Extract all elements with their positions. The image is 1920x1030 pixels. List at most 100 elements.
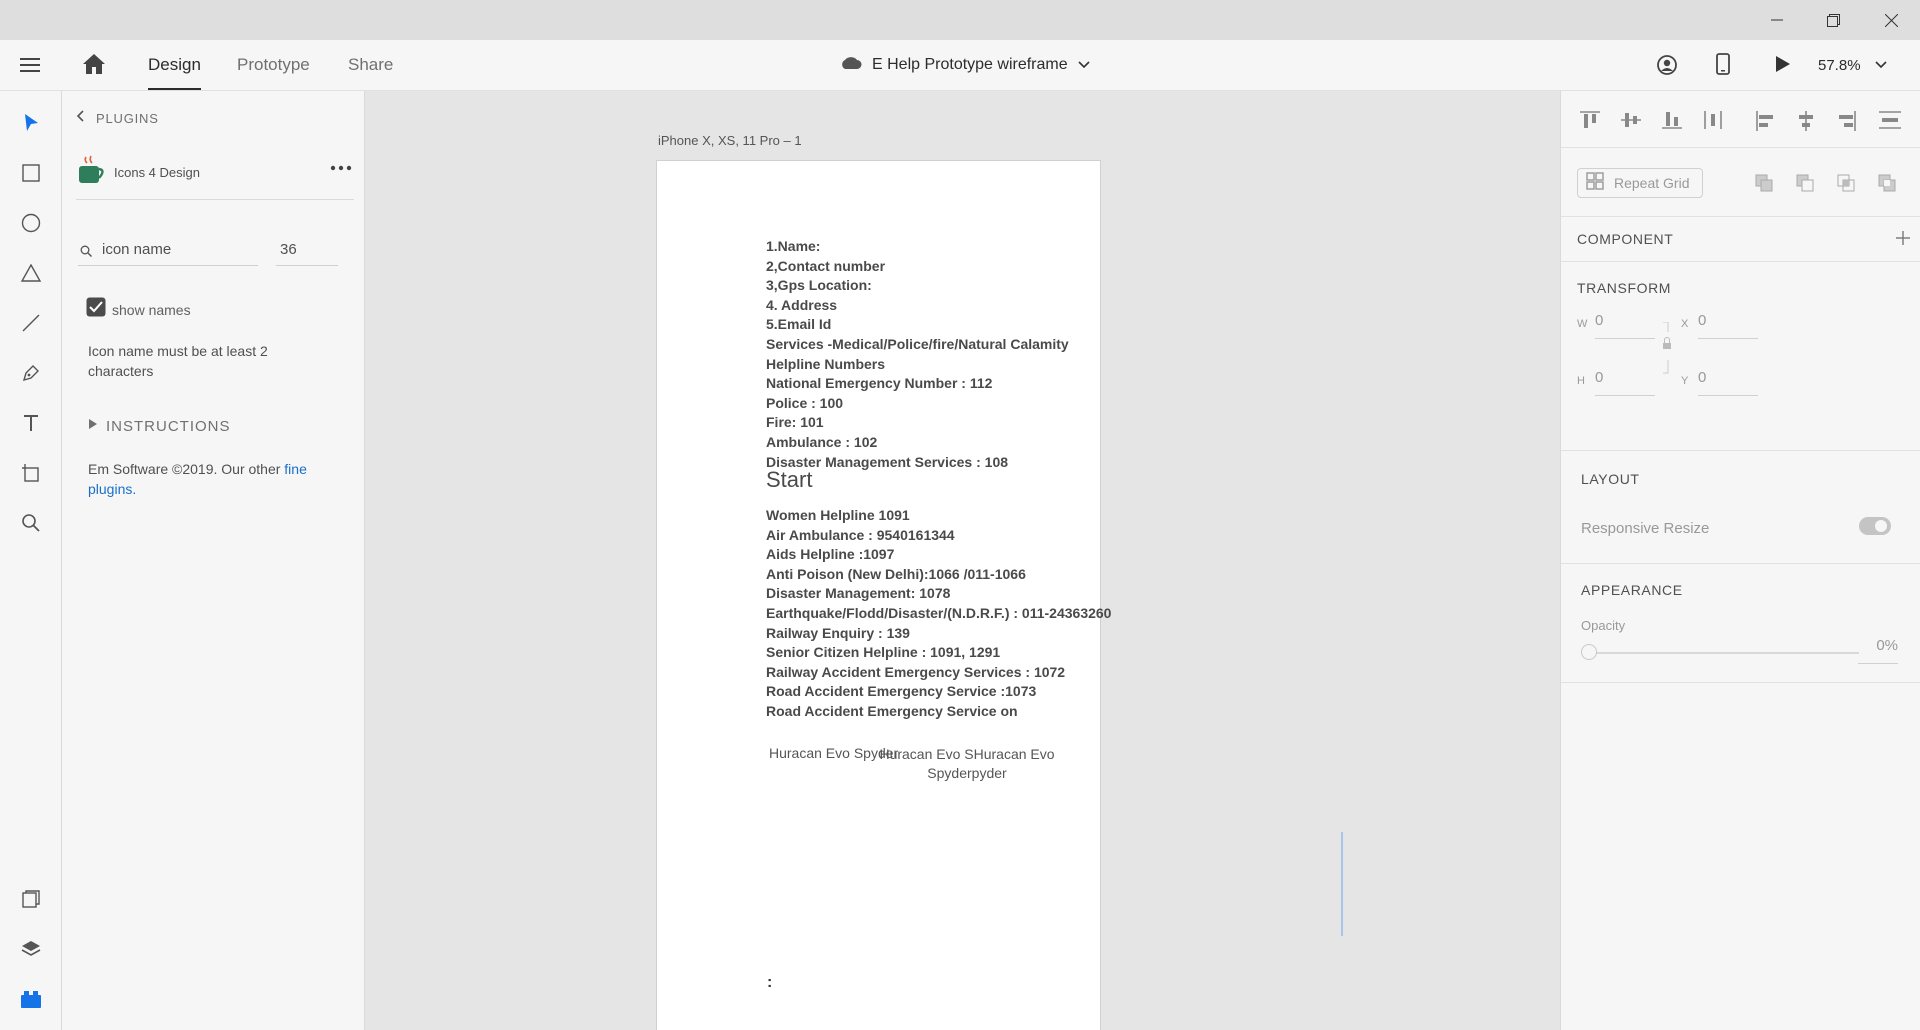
artboard-line[interactable]: Helpline Numbers	[766, 356, 885, 372]
tab-design[interactable]: Design	[148, 40, 201, 90]
artboard-line[interactable]: 1.Name:	[766, 238, 820, 254]
artboard-line[interactable]: Fire: 101	[766, 414, 824, 430]
opacity-field[interactable]: 0%	[1858, 637, 1898, 664]
close-icon[interactable]	[1868, 0, 1914, 40]
artboard-line[interactable]: 2,Contact number	[766, 258, 885, 274]
lock-aspect-icon[interactable]	[1662, 321, 1672, 379]
artboard-line[interactable]: Ambulance : 102	[766, 434, 877, 450]
show-names-checkbox[interactable]: show names	[86, 297, 191, 322]
plugins-icon[interactable]	[0, 979, 61, 1019]
boolean-exclude-icon[interactable]	[1878, 174, 1896, 197]
align-top-icon[interactable]	[1580, 111, 1600, 134]
design-canvas[interactable]: iPhone X, XS, 11 Pro – 1 1.Name: 2,Contac…	[365, 91, 1559, 1030]
distribute-horizontal-icon[interactable]	[1879, 111, 1901, 134]
x-value[interactable]: 0	[1698, 312, 1706, 329]
icon-size-field[interactable]: 36	[276, 237, 338, 266]
instructions-toggle[interactable]: INSTRUCTIONS	[88, 417, 231, 435]
height-field[interactable]: 0	[1595, 369, 1655, 396]
line-icon[interactable]	[0, 303, 61, 343]
ellipse-icon[interactable]	[0, 203, 61, 243]
align-center-icon[interactable]	[1797, 111, 1815, 136]
zoom-dropdown[interactable]: 57.8%	[1818, 40, 1887, 90]
width-field[interactable]: 0	[1595, 312, 1655, 339]
align-right-icon[interactable]	[1838, 111, 1856, 136]
artboard-line[interactable]: Disaster Management: 1078	[766, 585, 950, 601]
repeat-grid-row: Repeat Grid	[1561, 148, 1920, 217]
document-title-menu[interactable]: E Help Prototype wireframe	[840, 40, 1090, 90]
opacity-slider-thumb[interactable]	[1581, 644, 1597, 660]
responsive-resize-toggle[interactable]	[1859, 517, 1891, 535]
restore-icon[interactable]	[1810, 0, 1856, 40]
start-label[interactable]: Start	[766, 467, 812, 493]
polygon-icon[interactable]	[0, 253, 61, 293]
rectangle-icon[interactable]	[0, 153, 61, 193]
align-left-icon[interactable]	[1756, 111, 1774, 136]
artboard-line[interactable]: National Emergency Number : 112	[766, 375, 992, 391]
validation-message: Icon name must be at least 2 characters	[88, 343, 268, 379]
artboard-icon[interactable]	[0, 453, 61, 493]
artboard-line[interactable]: Railway Enquiry : 139	[766, 625, 910, 641]
align-bottom-icon[interactable]	[1662, 111, 1682, 134]
opacity-slider[interactable]	[1581, 643, 1861, 663]
plugins-panel: PLUGINS Icons 4 Design icon name 36 show…	[62, 91, 365, 1030]
y-field[interactable]: 0	[1698, 369, 1758, 396]
artboard-line[interactable]: Police : 100	[766, 395, 843, 411]
artboard-line[interactable]: Road Accident Emergency Service on	[766, 703, 1018, 719]
boolean-subtract-icon[interactable]	[1796, 174, 1814, 197]
more-options-icon[interactable]	[330, 161, 352, 180]
layout-section: LAYOUT Responsive Resize	[1561, 451, 1920, 564]
artboard-line[interactable]: Anti Poison (New Delhi):1066 /011-1066	[766, 566, 1026, 582]
artboard-line[interactable]: Services -Medical/Police/fire/Natural Ca…	[766, 336, 1069, 352]
add-component-icon[interactable]	[1896, 231, 1910, 250]
width-value[interactable]: 0	[1595, 312, 1603, 329]
assets-icon[interactable]	[0, 879, 61, 919]
artboard-line[interactable]: Senior Citizen Helpline : 1091, 1291	[766, 644, 1000, 660]
width-label: W	[1577, 318, 1588, 330]
mobile-device-icon[interactable]	[1716, 53, 1730, 80]
footer-end: .	[132, 481, 137, 497]
y-value[interactable]: 0	[1698, 369, 1706, 386]
footer-text: Em Software ©2019. Our other fine plugin…	[88, 459, 328, 499]
repeat-grid-button[interactable]: Repeat Grid	[1577, 168, 1703, 198]
height-value[interactable]: 0	[1595, 369, 1603, 386]
artboard-line[interactable]: Women Helpline 1091	[766, 507, 910, 523]
hamburger-menu-icon[interactable]	[20, 54, 42, 76]
pen-icon[interactable]	[0, 353, 61, 393]
artboard-line[interactable]: Aids Helpline :1097	[766, 546, 894, 562]
zoom-icon[interactable]	[0, 503, 61, 543]
artboard-line[interactable]: 3,Gps Location:	[766, 277, 872, 293]
opacity-value[interactable]: 0%	[1876, 637, 1898, 654]
tab-prototype[interactable]: Prototype	[237, 40, 310, 90]
artboard-title[interactable]: iPhone X, XS, 11 Pro – 1	[658, 133, 802, 148]
artboard-line[interactable]: Earthquake/Flodd/Disaster/(N.D.R.F.) : 0…	[766, 605, 1111, 621]
caption-right[interactable]: Huracan Evo SHuracan Evo Spyderpyder	[877, 745, 1057, 783]
opacity-slider-track	[1589, 652, 1859, 654]
boolean-intersect-icon[interactable]	[1837, 174, 1855, 197]
artboard-line[interactable]: 5.Email Id	[766, 316, 831, 332]
artboard-line[interactable]: Railway Accident Emergency Services : 10…	[766, 664, 1065, 680]
plugins-back-button[interactable]: PLUGINS	[76, 109, 159, 127]
colon-text[interactable]: :	[767, 974, 772, 992]
select-icon[interactable]	[0, 103, 61, 143]
artboard-line[interactable]: Air Ambulance : 9540161344	[766, 527, 955, 543]
artboard-line[interactable]: 4. Address	[766, 297, 837, 313]
plugin-name: Icons 4 Design	[114, 165, 200, 180]
home-icon[interactable]	[82, 53, 106, 75]
text-icon[interactable]	[0, 403, 61, 443]
align-middle-icon[interactable]	[1621, 111, 1641, 134]
search-input[interactable]: icon name	[102, 241, 171, 258]
distribute-vertical-icon[interactable]	[1704, 111, 1722, 134]
opacity-label: Opacity	[1581, 618, 1626, 633]
layers-icon[interactable]	[0, 929, 61, 969]
artboard[interactable]: 1.Name: 2,Contact number 3,Gps Location: 4.…	[656, 160, 1111, 1030]
icon-search-field[interactable]: icon name	[78, 237, 258, 266]
tab-share[interactable]: Share	[348, 40, 393, 90]
user-share-icon[interactable]	[1656, 54, 1678, 81]
minimize-icon[interactable]	[1754, 0, 1800, 40]
tool-rail	[0, 91, 62, 1030]
x-field[interactable]: 0	[1698, 312, 1758, 339]
artboard-line[interactable]: Road Accident Emergency Service :1073	[766, 683, 1036, 699]
boolean-add-icon[interactable]	[1755, 174, 1773, 197]
play-icon[interactable]	[1775, 55, 1791, 78]
icon-size-value[interactable]: 36	[280, 241, 297, 258]
